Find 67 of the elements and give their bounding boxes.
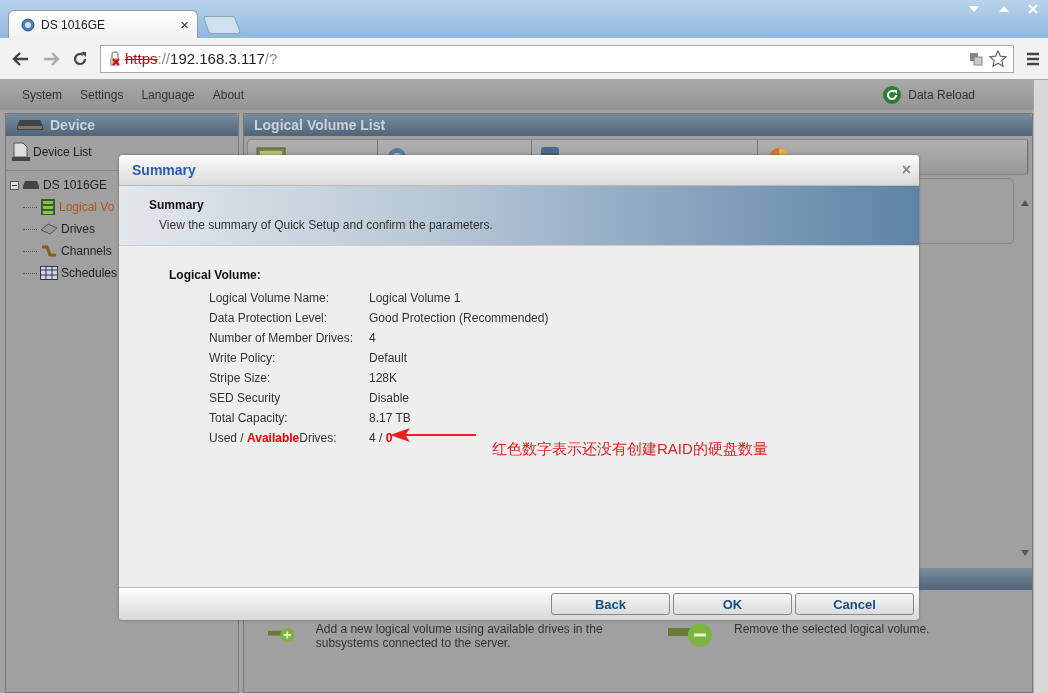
panel-title: Logical Volume List	[254, 117, 386, 133]
field-value: Disable	[369, 391, 410, 405]
scroll-up-icon[interactable]	[1021, 200, 1029, 206]
field-label: Stripe Size:	[209, 371, 272, 385]
forward-icon[interactable]	[42, 50, 60, 67]
description-text: View the summary of Quick Setup and confirm the parameters.	[159, 218, 494, 232]
scrollbar[interactable]	[1033, 80, 1048, 693]
document-icon	[11, 142, 31, 162]
browser-tab[interactable]: DS 1016GE ×	[8, 10, 198, 38]
globe-icon	[21, 17, 35, 32]
calendar-icon	[40, 266, 58, 280]
panel-title: Device	[50, 117, 96, 133]
action-description: Add a new logical volume using available drives in the subsystems connected to the server.	[315, 622, 604, 650]
reload-icon[interactable]	[72, 50, 88, 67]
menu-item[interactable]: System	[22, 88, 62, 102]
section-heading: Summary	[149, 198, 205, 212]
field-value: 4	[369, 331, 376, 345]
action-description: Remove the selected logical volume.	[734, 622, 930, 638]
field-value: 4 / 0	[369, 431, 393, 445]
field-label: Used / AvailableDrives:	[209, 431, 338, 445]
minimize-icon[interactable]	[968, 5, 980, 13]
field-label: Logical Volume Name:	[209, 291, 331, 305]
data-reload-link[interactable]: Data Reload	[908, 88, 975, 102]
field-label: Total Capacity:	[209, 411, 289, 425]
volume-stack-icon	[40, 198, 56, 216]
menu-item[interactable]: Settings	[80, 88, 124, 102]
translate-icon[interactable]	[969, 51, 983, 66]
back-icon[interactable]	[12, 50, 30, 67]
device-icon	[16, 119, 44, 131]
insecure-lock-icon[interactable]	[107, 50, 123, 67]
cable-icon	[40, 244, 58, 258]
section-title: Logical Volume:	[169, 268, 262, 282]
field-value: Logical Volume 1	[369, 291, 461, 305]
drive-icon	[40, 223, 58, 235]
field-value: 8.17 TB	[369, 411, 411, 425]
dialog-button[interactable]: Cancel	[795, 593, 914, 615]
address-field[interactable]: https://192.168.3.117/?	[100, 44, 1014, 73]
device-list-link[interactable]: Device List	[33, 145, 92, 159]
scroll-down-icon[interactable]	[1021, 550, 1029, 556]
reload-icon[interactable]	[882, 85, 903, 105]
field-label: Data Protection Level:	[209, 311, 329, 325]
dialog-button[interactable]: Back	[551, 593, 670, 615]
field-value: Default	[369, 351, 408, 365]
field-label: Write Policy:	[209, 351, 277, 365]
new-tab-button[interactable]	[202, 16, 242, 34]
close-icon[interactable]	[1028, 4, 1038, 14]
device-icon	[22, 180, 40, 190]
tree-item[interactable]: DS 1016GE	[43, 178, 108, 192]
maximize-icon[interactable]	[998, 5, 1010, 13]
field-label: SED Security	[209, 391, 282, 405]
remove-volume-icon[interactable]	[668, 622, 714, 648]
field-value: 128K	[369, 371, 398, 385]
tree-item[interactable]: Schedules	[61, 266, 118, 280]
menu-item[interactable]: Language	[141, 88, 195, 102]
field-label: Number of Member Drives:	[209, 331, 355, 345]
dialog-title: Summary	[132, 162, 196, 178]
collapse-icon[interactable]	[10, 180, 19, 190]
close-tab-button[interactable]: ×	[180, 16, 189, 33]
dialog-button[interactable]: OK	[673, 593, 792, 615]
field-value: Good Protection (Recommended)	[369, 311, 549, 325]
menu-item[interactable]: About	[212, 88, 245, 102]
menu-icon[interactable]	[1026, 51, 1040, 66]
tree-item[interactable]: Drives	[61, 222, 95, 236]
annotation-text: 红色数字表示还没有创建RAID的硬盘数量	[492, 440, 768, 459]
star-icon[interactable]	[989, 49, 1007, 68]
tab-title: DS 1016GE	[41, 17, 107, 32]
tree-item[interactable]: Channels	[61, 244, 112, 258]
